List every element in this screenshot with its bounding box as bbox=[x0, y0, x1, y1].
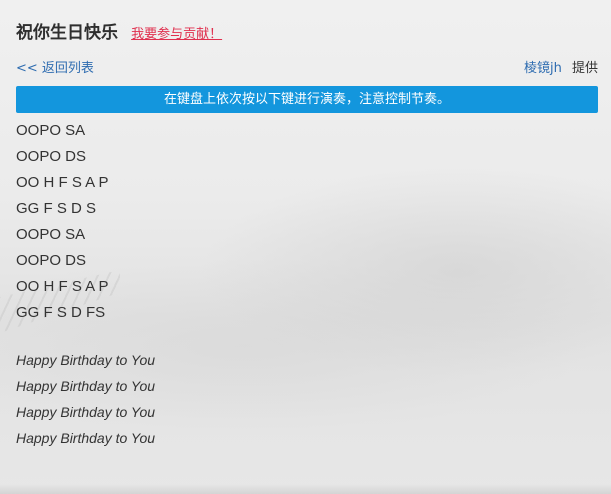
background-shore bbox=[0, 484, 611, 494]
nav-row: << 返回列表 棱镜jh 提供 bbox=[16, 57, 598, 76]
lyrics-list: Happy Birthday to You Happy Birthday to … bbox=[16, 349, 155, 453]
provider-suffix-label: 提供 bbox=[571, 61, 598, 76]
notes-list: OOPO SA OOPO DS OO H F S A P GG F S D S … bbox=[16, 120, 109, 328]
note-line: GG F S D S bbox=[16, 200, 97, 217]
title-row: 祝你生日快乐 我要参与贡献！ bbox=[16, 18, 222, 43]
lyric-line: Happy Birthday to You bbox=[16, 352, 156, 368]
provider-credit: 棱镜jh 提供 bbox=[524, 57, 598, 76]
note-line: OOPO SA bbox=[16, 226, 86, 243]
lyric-line: Happy Birthday to You bbox=[16, 404, 156, 420]
lyric-line: Happy Birthday to You bbox=[16, 430, 156, 446]
note-line: GG F S D FS bbox=[16, 304, 106, 321]
note-line: OOPO SA bbox=[16, 122, 86, 139]
provider-name-link[interactable]: 棱镜jh bbox=[524, 61, 562, 76]
note-line: OO H F S A P bbox=[16, 174, 109, 191]
note-line: OO H F S A P bbox=[16, 278, 109, 295]
contribute-link[interactable]: 我要参与贡献！ bbox=[131, 27, 222, 42]
instruction-banner: 在键盘上依次按以下键进行演奏，注意控制节奏。 bbox=[16, 86, 598, 113]
back-to-list-link[interactable]: << 返回列表 bbox=[16, 57, 94, 76]
note-line: OOPO DS bbox=[16, 252, 87, 269]
note-line: OOPO DS bbox=[16, 148, 87, 165]
lyric-line: Happy Birthday to You bbox=[16, 378, 156, 394]
page-title: 祝你生日快乐 bbox=[16, 23, 118, 43]
